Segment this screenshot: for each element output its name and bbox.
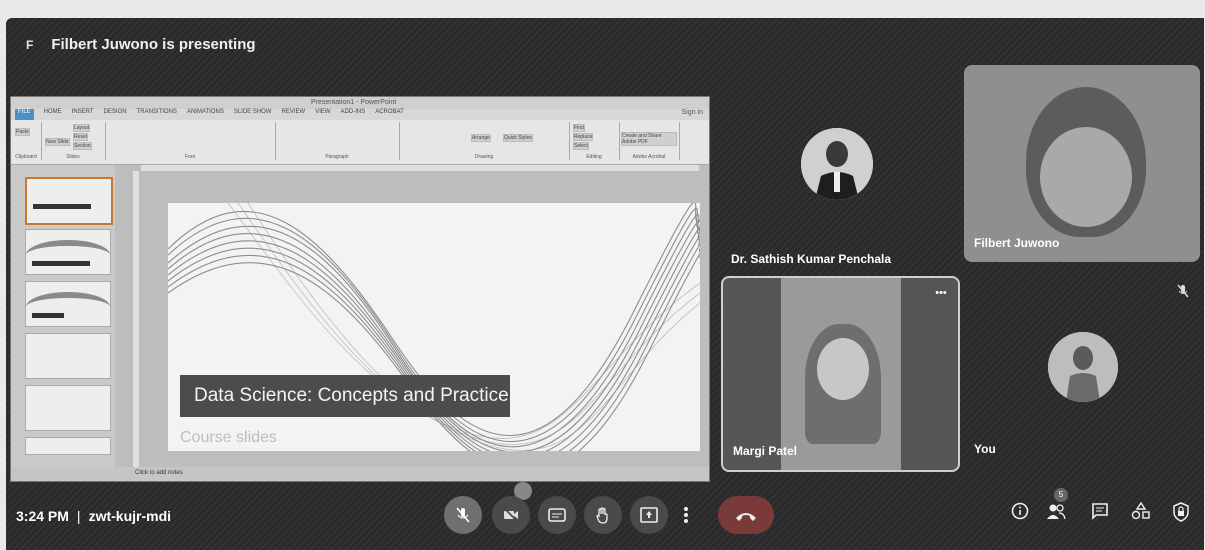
- participant-name: Dr. Sathish Kumar Penchala: [731, 252, 892, 266]
- ppt-window-title: Presentation1 - PowerPoint: [311, 99, 397, 106]
- ribbon-group-paragraph: Paragraph: [275, 122, 400, 160]
- camera-off-icon: [503, 507, 519, 523]
- meeting-details-button[interactable]: [1011, 502, 1029, 525]
- person-avatar-icon: [1048, 332, 1118, 402]
- slide-canvas: Data Science: Concepts and Practice Cour…: [115, 165, 709, 467]
- ribbon-create-pdf: Create and Share Adobe PDF: [621, 132, 677, 146]
- ribbon-new-slide: New Slide: [45, 138, 70, 146]
- host-controls-button[interactable]: [1172, 502, 1190, 527]
- more-vert-icon: [684, 507, 688, 523]
- ribbon-group-slides: New Slide Layout Reset Section Slides: [41, 122, 106, 160]
- call-end-icon: [736, 513, 756, 521]
- ribbon-arrange: Arrange: [471, 134, 491, 142]
- participant-tile[interactable]: Dr. Sathish Kumar Penchala: [721, 82, 959, 278]
- people-icon: [1047, 504, 1066, 520]
- ribbon-reset: Reset: [73, 133, 89, 141]
- meeting-time: 3:24 PM: [16, 508, 69, 524]
- slide-thumbnail: 4: [25, 333, 111, 379]
- notes-placeholder: Click to add notes: [135, 470, 183, 476]
- ribbon-layout: Layout: [73, 124, 91, 132]
- mic-toggle-button[interactable]: [444, 496, 482, 534]
- present-icon: [640, 507, 658, 523]
- info-icon: [1011, 502, 1029, 520]
- captions-button[interactable]: [538, 496, 576, 534]
- ribbon-group-font: Font: [105, 122, 276, 160]
- meeting-window: F Filbert Juwono is presenting Presentat…: [6, 18, 1204, 550]
- more-options-button[interactable]: [676, 496, 696, 534]
- ribbon-group-clipboard: Paste Clipboard: [11, 122, 42, 160]
- slide-thumbnail: 3: [25, 281, 111, 327]
- ribbon-paste: Paste: [15, 128, 30, 136]
- mic-off-icon: [456, 507, 470, 523]
- participant-name: Filbert Juwono: [974, 236, 1060, 250]
- ppt-tab: ACROBAT: [375, 109, 404, 115]
- participant-name: Margi Patel: [733, 444, 798, 458]
- person-avatar-icon: [801, 128, 873, 200]
- ppt-tab: DESIGN: [103, 109, 127, 115]
- ppt-titlebar: Presentation1 - PowerPoint: [11, 97, 709, 109]
- people-count-badge: 5: [1054, 488, 1068, 502]
- meeting-code: zwt-kujr-mdi: [88, 508, 172, 524]
- shapes-icon: [1131, 501, 1150, 520]
- ppt-status-bar: Click to add notes: [11, 467, 709, 481]
- avatar: [1048, 332, 1118, 402]
- hand-icon: [596, 507, 608, 524]
- present-button[interactable]: [630, 496, 668, 534]
- slide-thumbnails: 1 2 3 4 5 6: [11, 165, 116, 467]
- ppt-tab: ANIMATIONS: [186, 109, 224, 115]
- vertical-ruler: [133, 171, 139, 467]
- ribbon-group-drawing: Arrange Quick Styles Drawing: [399, 122, 570, 160]
- ppt-tab: FILE: [15, 109, 34, 120]
- ppt-tab: REVIEW: [281, 109, 306, 115]
- slide-thumbnail: 6: [25, 437, 111, 455]
- ppt-tab: INSERT: [71, 109, 94, 115]
- ppt-tab: ADD-INS: [340, 109, 366, 115]
- avatar: [801, 128, 873, 200]
- participant-video: [781, 278, 901, 470]
- shared-screen[interactable]: Presentation1 - PowerPoint Sign in FILE …: [10, 96, 710, 482]
- lock-shield-icon: [1173, 502, 1189, 522]
- activities-button[interactable]: [1131, 501, 1151, 525]
- ribbon-section: Section: [73, 142, 92, 150]
- presenter-avatar: F: [26, 37, 34, 52]
- mic-off-icon: [1176, 284, 1190, 301]
- people-button[interactable]: [1046, 502, 1066, 525]
- chat-button[interactable]: [1091, 502, 1109, 525]
- captions-icon: [548, 508, 566, 522]
- participant-video: [1026, 87, 1146, 237]
- participant-name: You: [974, 442, 996, 456]
- horizontal-ruler: [141, 165, 699, 171]
- current-slide: Data Science: Concepts and Practice Cour…: [168, 203, 700, 451]
- camera-toggle-button[interactable]: [492, 496, 530, 534]
- ribbon-quick-styles: Quick Styles: [503, 134, 533, 142]
- participant-tile[interactable]: ••• Margi Patel: [721, 276, 960, 472]
- participant-tile[interactable]: You: [964, 276, 1200, 468]
- meeting-info: 3:24 PM | zwt-kujr-mdi: [16, 508, 172, 524]
- ppt-tab: HOME: [43, 109, 62, 115]
- ppt-ribbon: Paste Clipboard New Slide Layout Reset S…: [11, 120, 709, 165]
- slide-title: Data Science: Concepts and Practice: [180, 375, 510, 417]
- chat-icon: [1092, 503, 1108, 520]
- ppt-ribbon-tabs: FILE HOME INSERT DESIGN TRANSITIONS ANIM…: [11, 109, 709, 120]
- participant-tile[interactable]: Filbert Juwono: [964, 65, 1200, 262]
- tile-more-options-button[interactable]: •••: [930, 284, 952, 306]
- slide-thumbnail: 1: [25, 177, 113, 225]
- presenting-banner: F Filbert Juwono is presenting: [26, 36, 256, 53]
- ribbon-replace: Replace: [573, 133, 594, 141]
- ribbon-group-acrobat: Create and Share Adobe PDF Adobe Acrobat: [619, 122, 680, 160]
- bottom-control-bar: 3:24 PM | zwt-kujr-mdi 5: [6, 480, 1204, 550]
- slide-thumbnail: 5: [25, 385, 111, 431]
- presenting-label: Filbert Juwono is presenting: [51, 36, 256, 53]
- ppt-tab: VIEW: [315, 109, 331, 115]
- slide-subtitle: Course slides: [180, 429, 277, 446]
- raise-hand-button[interactable]: [584, 496, 622, 534]
- ribbon-find: Find: [573, 124, 585, 132]
- ppt-tab: SLIDE SHOW: [233, 109, 272, 115]
- slide-thumbnail: 2: [25, 229, 111, 275]
- ppt-tab: TRANSITIONS: [136, 109, 177, 115]
- leave-call-button[interactable]: [718, 496, 774, 534]
- ribbon-group-editing: Find Replace Select Editing: [569, 122, 620, 160]
- ribbon-select: Select: [573, 142, 589, 150]
